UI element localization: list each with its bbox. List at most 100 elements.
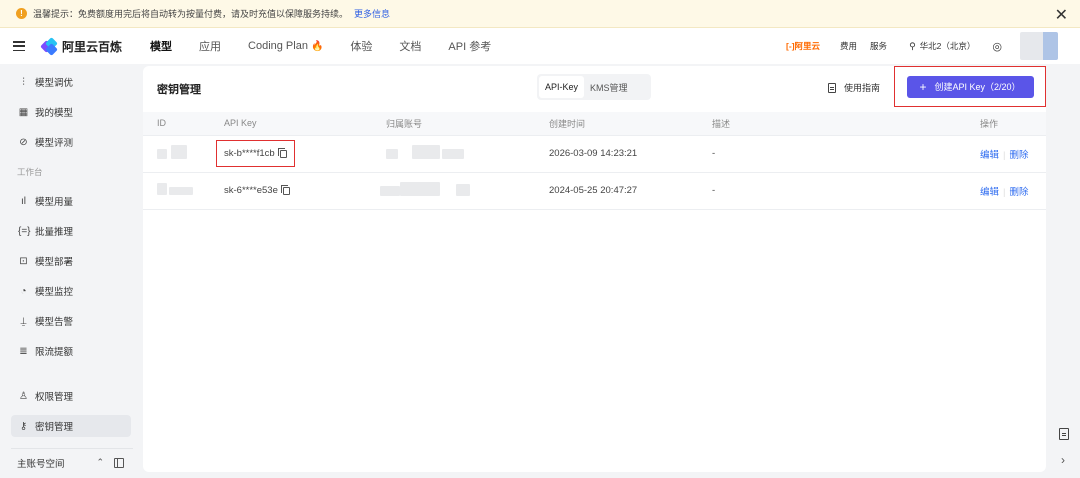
flame-icon: 🔥 bbox=[310, 40, 324, 52]
delete-link[interactable]: 删除 bbox=[1009, 150, 1028, 161]
redacted-id bbox=[157, 149, 167, 159]
copy-icon[interactable] bbox=[280, 184, 290, 195]
table-row: sk-b****f1cb 2026-03-09 14:23:21 - 编辑 | 删除 bbox=[143, 135, 1046, 173]
redacted-account bbox=[456, 184, 470, 196]
avatar[interactable] bbox=[1020, 32, 1058, 60]
description-cell: - bbox=[712, 135, 980, 173]
sidebar-item-label: 我的模型 bbox=[35, 108, 74, 119]
id-cell bbox=[143, 135, 224, 173]
sidebar-item-key-management[interactable]: ⚷ 密钥管理 bbox=[11, 415, 131, 437]
tab-model[interactable]: 模型 bbox=[150, 38, 172, 54]
api-key-text: sk-6****e53e bbox=[224, 185, 278, 196]
description-cell: - bbox=[712, 172, 980, 210]
aliyun-logo[interactable]: [-]阿里云 bbox=[786, 40, 820, 52]
sidebar-item-deploy[interactable]: ⊡ 模型部署 bbox=[11, 250, 131, 272]
notice-text: 温馨提示：免费额度用完后将自动转为按量付费，请及时充值以保障服务持续。 bbox=[33, 9, 349, 19]
tune-icon: ⫶ bbox=[22, 76, 25, 88]
collapse-sidebar-icon[interactable] bbox=[114, 457, 125, 468]
copy-icon[interactable] bbox=[277, 147, 287, 158]
api-key-table: ID API Key 归属账号 创建时间 描述 操作 sk-b****f1cb bbox=[143, 112, 1046, 210]
sidebar-item-monitor[interactable]: ◔ 模型监控 bbox=[11, 280, 131, 302]
workspace-switcher[interactable]: 主账号空间 ⌃ bbox=[11, 448, 133, 476]
brand-name: 阿里云百炼 bbox=[62, 39, 123, 54]
grid-icon: ▦ bbox=[18, 106, 29, 118]
deploy-icon: ⊡ bbox=[19, 255, 28, 267]
actions-cell: 编辑 | 删除 bbox=[980, 172, 1046, 210]
sidebar-item-alarm[interactable]: ⍊ 模型告警 bbox=[11, 310, 131, 332]
key-icon: ⚷ bbox=[19, 420, 28, 432]
sidebar-item-label: 批量推理 bbox=[35, 227, 74, 238]
menu-icon[interactable] bbox=[13, 41, 25, 51]
id-cell bbox=[143, 172, 224, 210]
settings-icon[interactable]: ◎ bbox=[992, 40, 1002, 53]
tab-coding-plan[interactable]: Coding Plan 🔥 bbox=[248, 40, 323, 52]
sidebar-item-rate-limit[interactable]: ≣ 限流提额 bbox=[11, 340, 131, 362]
chevron-up-icon[interactable]: ⌃ bbox=[97, 457, 105, 468]
segment-api-key[interactable]: API-Key bbox=[539, 76, 585, 98]
segment-kms[interactable]: KMS管理 bbox=[584, 76, 634, 98]
redacted-id bbox=[157, 183, 167, 195]
sidebar-item-label: 模型部署 bbox=[35, 257, 74, 268]
sidebar-item-batch[interactable]: {=} 批量推理 bbox=[11, 220, 131, 242]
notice-more-link[interactable]: 更多信息 bbox=[354, 7, 390, 20]
create-api-key-button[interactable]: + 创建API Key（2/20） bbox=[906, 75, 1034, 98]
divider: | bbox=[1003, 186, 1006, 198]
tab-api-reference[interactable]: API 参考 bbox=[448, 38, 491, 54]
create-button-highlight: + 创建API Key（2/20） bbox=[894, 66, 1046, 107]
pie-chart-icon: ◔ bbox=[20, 285, 27, 297]
api-key-cell: sk-b****f1cb bbox=[216, 135, 386, 173]
sidebar-item-label: 模型监控 bbox=[35, 287, 74, 298]
sidebar-item-model-eval[interactable]: ⊘ 模型评测 bbox=[11, 131, 131, 153]
redacted-account bbox=[442, 149, 464, 159]
brand-logo[interactable]: 阿里云百炼 bbox=[40, 37, 123, 56]
redacted-account bbox=[386, 149, 398, 159]
sidebar-item-my-models[interactable]: ▦ 我的模型 bbox=[11, 101, 131, 123]
edit-link[interactable]: 编辑 bbox=[980, 187, 999, 198]
braces-icon: {=} bbox=[18, 225, 31, 237]
column-header: API Key bbox=[224, 112, 386, 136]
sidebar-item-model-tuning[interactable]: ⫶ 模型调优 bbox=[11, 71, 131, 93]
tab-docs[interactable]: 文档 bbox=[399, 38, 421, 54]
account-cell bbox=[380, 172, 549, 210]
workspace-label: 主账号空间 bbox=[17, 458, 65, 470]
nav-link-service[interactable]: 服务 bbox=[870, 40, 887, 52]
edit-link[interactable]: 编辑 bbox=[980, 150, 999, 161]
chevron-right-icon[interactable]: › bbox=[1061, 453, 1065, 467]
column-header: 描述 bbox=[712, 112, 980, 136]
document-icon[interactable] bbox=[1059, 428, 1069, 440]
redacted-account bbox=[400, 182, 440, 196]
tab-experience[interactable]: 体验 bbox=[350, 38, 372, 54]
sidebar-item-label: 权限管理 bbox=[35, 392, 74, 403]
region-selector[interactable]: ⚲ 华北2（北京） bbox=[909, 40, 975, 52]
tab-coding-plan-label: Coding Plan bbox=[248, 40, 308, 52]
api-key-value: sk-6****e53e bbox=[224, 184, 290, 196]
sidebar-item-label: 限流提额 bbox=[35, 347, 74, 358]
column-header: 创建时间 bbox=[549, 112, 712, 136]
redacted-account bbox=[380, 186, 400, 196]
close-icon[interactable]: ✕ bbox=[1055, 5, 1068, 25]
account-cell bbox=[386, 135, 549, 173]
api-key-cell: sk-6****e53e bbox=[224, 172, 386, 210]
delete-link[interactable]: 删除 bbox=[1009, 187, 1028, 198]
table-row: sk-6****e53e 2024-05-25 20:47:27 - 编辑 | 删除 bbox=[143, 172, 1046, 210]
brand-logo-icon bbox=[40, 37, 58, 56]
alarm-icon: ⍊ bbox=[20, 315, 27, 327]
compass-icon: ⊘ bbox=[19, 136, 28, 148]
region-label: 华北2（北京） bbox=[919, 41, 976, 51]
sidebar-item-permissions[interactable]: ♙ 权限管理 bbox=[11, 385, 131, 407]
nav-link-fees[interactable]: 费用 bbox=[840, 40, 857, 52]
notice-bar: ! 温馨提示：免费额度用完后将自动转为按量付费，请及时充值以保障服务持续。 更多… bbox=[0, 0, 1080, 28]
create-api-key-label: 创建API Key（2/20） bbox=[934, 82, 1021, 92]
usage-guide-link[interactable]: 使用指南 bbox=[828, 81, 880, 94]
segment-control: API-Key KMS管理 bbox=[537, 74, 651, 100]
nav-tabs: 模型 应用 Coding Plan 🔥 体验 文档 API 参考 bbox=[150, 28, 518, 64]
bar-chart-icon: ıl bbox=[21, 195, 26, 207]
sidebar-item-usage[interactable]: ıl 模型用量 bbox=[11, 190, 131, 212]
table-header: ID API Key 归属账号 创建时间 描述 操作 bbox=[143, 112, 1046, 136]
tab-app[interactable]: 应用 bbox=[199, 38, 221, 54]
document-icon bbox=[828, 82, 836, 93]
api-key-value: sk-b****f1cb bbox=[216, 140, 295, 167]
redacted-id bbox=[169, 187, 193, 195]
column-header: 操作 bbox=[980, 112, 1046, 136]
usage-guide-label: 使用指南 bbox=[844, 83, 881, 93]
